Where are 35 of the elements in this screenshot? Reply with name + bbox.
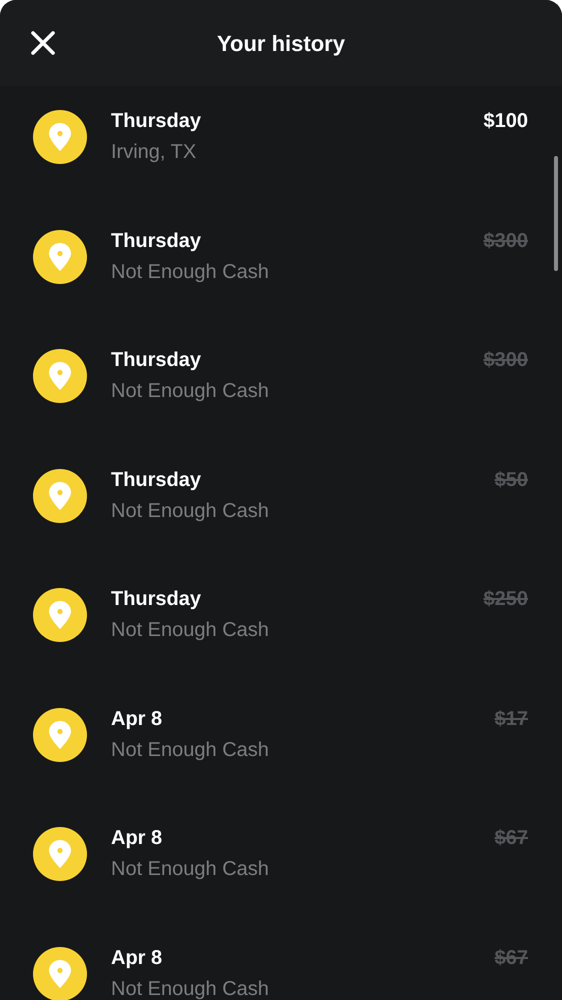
transaction-amount: $100 <box>484 109 528 134</box>
transaction-detail: Not Enough Cash <box>111 976 270 1000</box>
location-pin-icon <box>33 827 87 881</box>
transaction-amount: $67 <box>494 946 528 970</box>
transaction-detail: Not Enough Cash <box>111 498 270 524</box>
location-pin-icon <box>33 230 87 284</box>
transaction-amount: $300 <box>484 228 528 254</box>
transaction-date: Thursday <box>111 587 202 612</box>
location-pin-icon <box>33 110 87 164</box>
close-button[interactable] <box>28 28 58 58</box>
transaction-date: Thursday <box>111 468 202 492</box>
transaction-amount: $50 <box>494 468 528 492</box>
transaction-date: Apr 8 <box>111 706 164 732</box>
transaction-detail: Not Enough Cash <box>111 379 270 404</box>
transaction-detail: Not Enough Cash <box>111 260 270 284</box>
close-icon <box>28 28 58 58</box>
transaction-amount: $17 <box>494 706 528 732</box>
transaction-amount: $300 <box>484 348 528 373</box>
transaction-detail: Not Enough Cash <box>111 618 270 643</box>
transaction-date: Apr 8 <box>111 946 164 970</box>
location-pin-icon <box>33 349 87 403</box>
transaction-detail: Not Enough Cash <box>111 857 270 882</box>
location-pin-icon <box>33 588 87 642</box>
location-pin-icon <box>33 708 87 762</box>
transaction-amount: $250 <box>484 587 528 612</box>
transaction-date: Thursday <box>111 348 202 373</box>
transaction-amount: $67 <box>494 826 528 851</box>
transaction-date: Thursday <box>111 109 202 134</box>
transaction-detail: Not Enough Cash <box>111 738 270 762</box>
location-pin-icon <box>33 946 87 1000</box>
transaction-detail: Irving, TX <box>111 140 198 165</box>
screen-title: Your history <box>217 30 345 58</box>
transaction-date: Apr 8 <box>111 826 164 851</box>
location-pin-icon <box>33 468 87 522</box>
transaction-date: Thursday <box>111 228 202 254</box>
